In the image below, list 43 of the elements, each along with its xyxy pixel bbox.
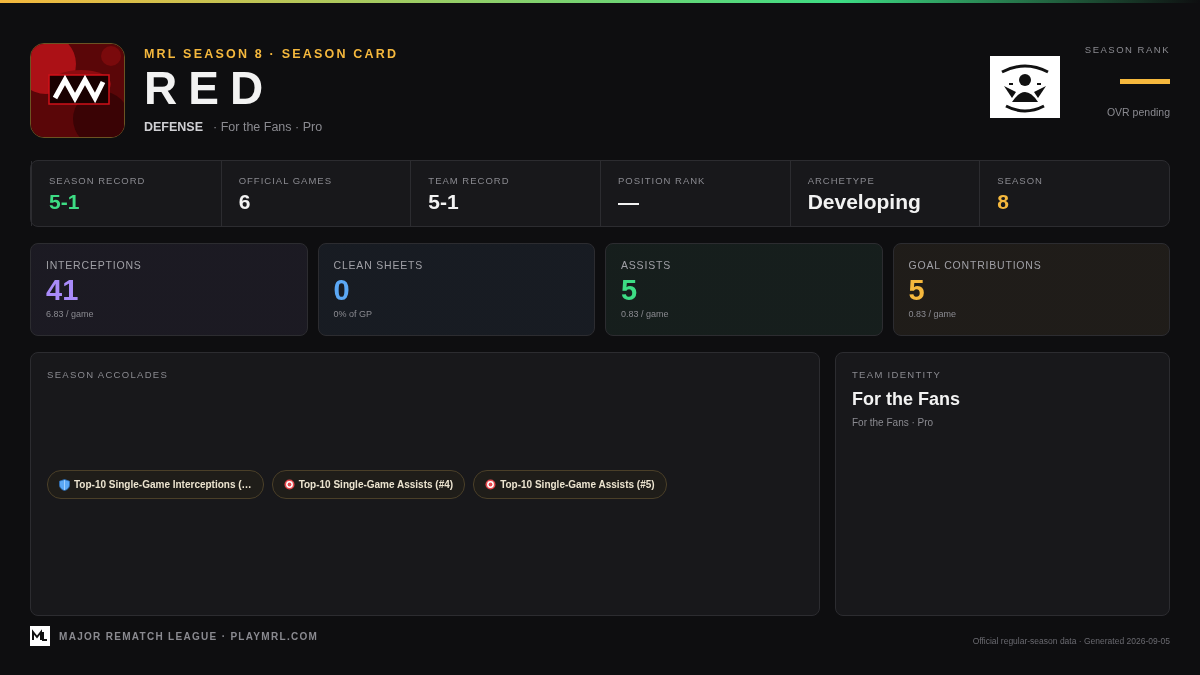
accolade-label: Top-10 Single-Game Assists (#5) [500,479,655,490]
card-label: ASSISTS [621,259,672,271]
accolade-label: Top-10 Single-Game Assists (#4) [298,479,454,490]
accolade-label: Top-10 Single-Game Interceptions (… [74,479,252,490]
card-value: 5 [621,273,638,307]
card-label: INTERCEPTIONS [46,259,143,271]
stat-label: SEASON RECORD [49,175,147,186]
position-label: DEFENSE [144,120,204,134]
stat-value: 5-1 [49,190,80,214]
stat-label: ARCHETYPE [807,175,876,186]
team-name: For the Fans [852,389,961,410]
panel-title: TEAM IDENTITY [852,369,943,380]
stat-label: POSITION RANK [618,175,707,186]
rank-label: SEASON RANK [1084,43,1170,55]
card-label: CLEAN SHEETS [333,259,425,271]
stat-label: OFFICIAL GAMES [238,175,333,186]
rank-note: OVR pending [1106,105,1170,118]
card-value: 0 [333,273,350,307]
card-subtext: 0.83 / game [621,309,670,319]
target-icon [485,479,497,490]
data-note: Official regular-season data · Generated 2026-09-05 [972,636,1170,646]
league-footer: MAJOR REMATCH LEAGUE · PLAYMRL.COM [59,630,319,642]
stat-value: 6 [238,190,251,214]
card-subtext: 0.83 / game [908,309,958,319]
league-logo-icon [30,626,50,646]
card-subtext: 0% of GP [333,309,374,319]
shield-icon [59,478,70,491]
stat-value: — [618,190,639,214]
season-eyebrow: MRL SEASON 8 · SEASON CARD [144,47,399,61]
stat-value: 5-1 [428,190,459,214]
card-label: GOAL CONTRIBUTIONS [908,259,1043,271]
card-value: 41 [46,273,79,307]
stat-value: 8 [997,190,1009,214]
stat-label: TEAM RECORD [428,175,511,186]
panel-title: SEASON ACCOLADES [47,369,170,380]
team-line: · For the Fans · Pro [213,120,323,134]
card-value: 5 [908,273,925,307]
stat-value: Developing [807,190,921,214]
card-subtext: 6.83 / game [46,309,95,319]
stat-label: SEASON [997,175,1044,186]
player-name: RED [144,62,276,114]
target-icon [283,479,295,490]
team-subtext: For the Fans · Pro [852,417,935,428]
